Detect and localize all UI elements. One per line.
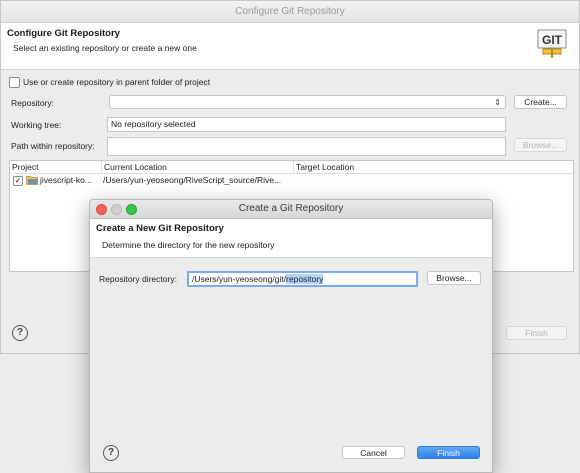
create-button[interactable]: Create... bbox=[514, 95, 567, 109]
working-tree-field: No repository selected bbox=[107, 117, 506, 132]
path-within-repo-input[interactable] bbox=[107, 137, 506, 156]
current-location: /Users/yun-yeoseong/RiveScript_source/Ri… bbox=[103, 175, 282, 185]
git-logo-icon: GIT bbox=[537, 29, 567, 59]
repository-select[interactable]: ⇕ bbox=[109, 95, 506, 109]
inner-window-title: Create a Git Repository bbox=[238, 203, 344, 214]
col-header-project[interactable]: Project bbox=[10, 161, 102, 173]
inner-header-title: Create a New Git Repository bbox=[96, 223, 224, 234]
inner-help-icon[interactable]: ? bbox=[103, 445, 119, 461]
repository-label: Repository: bbox=[11, 98, 54, 108]
parent-folder-label: Use or create repository in parent folde… bbox=[23, 77, 211, 87]
project-name: jivescript-ko... bbox=[40, 175, 92, 185]
outer-help-icon[interactable]: ? bbox=[12, 325, 28, 341]
outer-window-title: Configure Git Repository bbox=[235, 6, 345, 17]
inner-browse-button[interactable]: Browse... bbox=[427, 271, 481, 285]
outer-title-bar: Configure Git Repository bbox=[1, 1, 579, 23]
outer-header: Configure Git Repository Select an exist… bbox=[1, 23, 579, 70]
outer-browse-button[interactable]: Browse... bbox=[514, 138, 567, 152]
close-window-icon[interactable] bbox=[96, 204, 107, 215]
path-within-repo-label: Path within repository: bbox=[11, 141, 95, 151]
working-tree-label: Working tree: bbox=[11, 120, 62, 130]
cancel-button[interactable]: Cancel bbox=[342, 446, 405, 459]
project-checkbox[interactable]: ✓ bbox=[13, 176, 23, 186]
outer-finish-button[interactable]: Finish bbox=[506, 326, 567, 340]
chevron-updown-icon: ⇕ bbox=[494, 98, 501, 107]
repository-directory-input[interactable]: /Users/yun-yeoseong/git/repository bbox=[187, 271, 418, 287]
table-row[interactable]: ✓ jivescript-ko... /Users/yun-yeoseong/R… bbox=[10, 174, 573, 187]
directory-prefix: /Users/yun-yeoseong/git/ bbox=[192, 274, 287, 284]
outer-header-title: Configure Git Repository bbox=[7, 28, 120, 39]
minimize-window-icon[interactable] bbox=[111, 204, 122, 215]
col-header-target-location[interactable]: Target Location bbox=[294, 161, 572, 173]
parent-folder-checkbox[interactable] bbox=[9, 77, 20, 88]
col-header-current-location[interactable]: Current Location bbox=[102, 161, 294, 173]
inner-title-bar: Create a Git Repository bbox=[90, 200, 492, 219]
directory-selected-text: repository bbox=[286, 274, 324, 284]
project-folder-icon bbox=[26, 175, 38, 185]
inner-finish-button[interactable]: Finish bbox=[417, 446, 480, 459]
inner-header-desc: Determine the directory for the new repo… bbox=[102, 240, 275, 250]
create-git-repository-dialog: Create a Git Repository Create a New Git… bbox=[89, 199, 493, 473]
git-logo-text: GIT bbox=[542, 33, 563, 47]
repository-directory-label: Repository directory: bbox=[99, 274, 177, 284]
outer-header-desc: Select an existing repository or create … bbox=[13, 43, 197, 53]
maximize-window-icon[interactable] bbox=[126, 204, 137, 215]
inner-header: Create a New Git Repository Determine th… bbox=[90, 219, 492, 258]
